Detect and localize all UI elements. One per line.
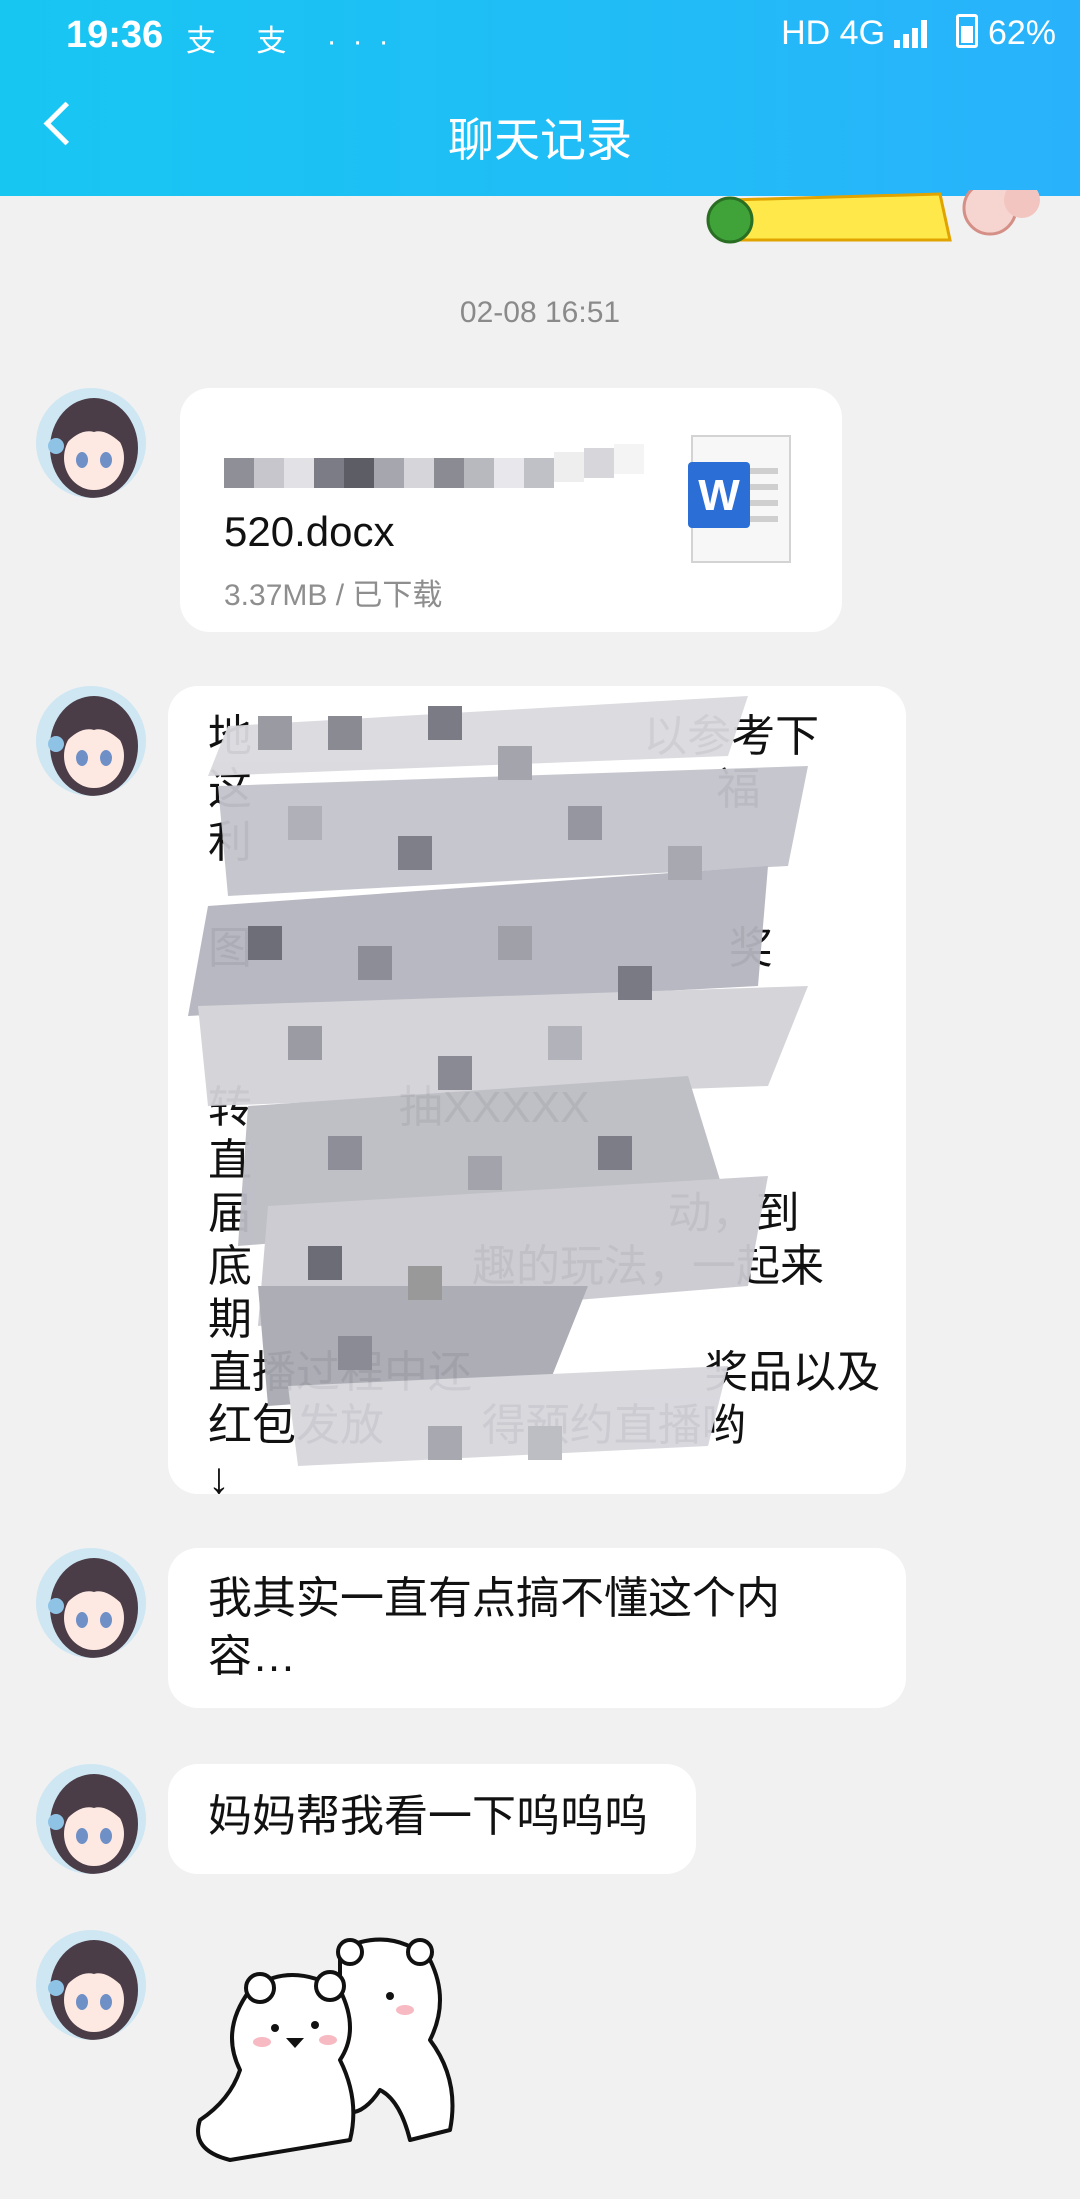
avatar[interactable] bbox=[36, 1548, 146, 1658]
message-bubble[interactable]: 我其实一直有点搞不懂这个内容… bbox=[168, 1548, 906, 1708]
notification-icons: 支 支 ··· bbox=[186, 25, 405, 58]
message-timestamp: 02-08 16:51 bbox=[459, 296, 621, 329]
signal-icon bbox=[894, 18, 934, 48]
battery-level: 62% bbox=[987, 14, 1056, 52]
file-message-bubble[interactable]: 520.docx 3.37MB / 已下载 W bbox=[180, 388, 842, 632]
status-right: HD 4G 62% bbox=[781, 14, 1056, 53]
avatar[interactable] bbox=[36, 686, 146, 796]
file-meta: 3.37MB / 已下载 bbox=[224, 579, 443, 612]
avatar-icon bbox=[36, 1930, 146, 2040]
sticker-fragment bbox=[706, 190, 1040, 244]
avatar[interactable] bbox=[36, 1764, 146, 1874]
avatar[interactable] bbox=[36, 1930, 146, 2040]
battery-icon bbox=[955, 14, 978, 48]
file-name: 520.docx bbox=[224, 508, 395, 555]
status-time: 19:36 bbox=[66, 14, 164, 56]
redacted-filename bbox=[224, 438, 664, 494]
message-text: 我其实一直有点搞不懂这个内容… bbox=[208, 1574, 780, 1681]
redaction-mosaic bbox=[188, 696, 808, 1466]
avatar[interactable] bbox=[36, 388, 146, 498]
header-bar: 19:36 支 支 ··· HD 4G 62% 聊天记录 bbox=[0, 0, 1080, 196]
message-text: 妈妈帮我看一下呜呜呜 bbox=[208, 1792, 648, 1841]
word-doc-icon: W bbox=[688, 435, 791, 563]
avatar-icon bbox=[36, 686, 146, 796]
network-type: HD 4G bbox=[781, 14, 886, 52]
avatar-icon bbox=[36, 1548, 146, 1658]
message-bubble[interactable]: 妈妈帮我看一下呜呜呜 bbox=[168, 1764, 696, 1874]
avatar-icon bbox=[36, 1764, 146, 1874]
bear-sticker[interactable] bbox=[190, 1930, 520, 2170]
page-title: 聊天记录 bbox=[448, 114, 632, 166]
long-message-bubble[interactable]: 地 以参考下 这 福 利 图 bbox=[168, 686, 906, 1494]
avatar-icon bbox=[36, 388, 146, 498]
svg-text:W: W bbox=[698, 471, 740, 520]
status-bar: 19:36 支 支 ··· HD 4G 62% bbox=[0, 0, 1080, 70]
